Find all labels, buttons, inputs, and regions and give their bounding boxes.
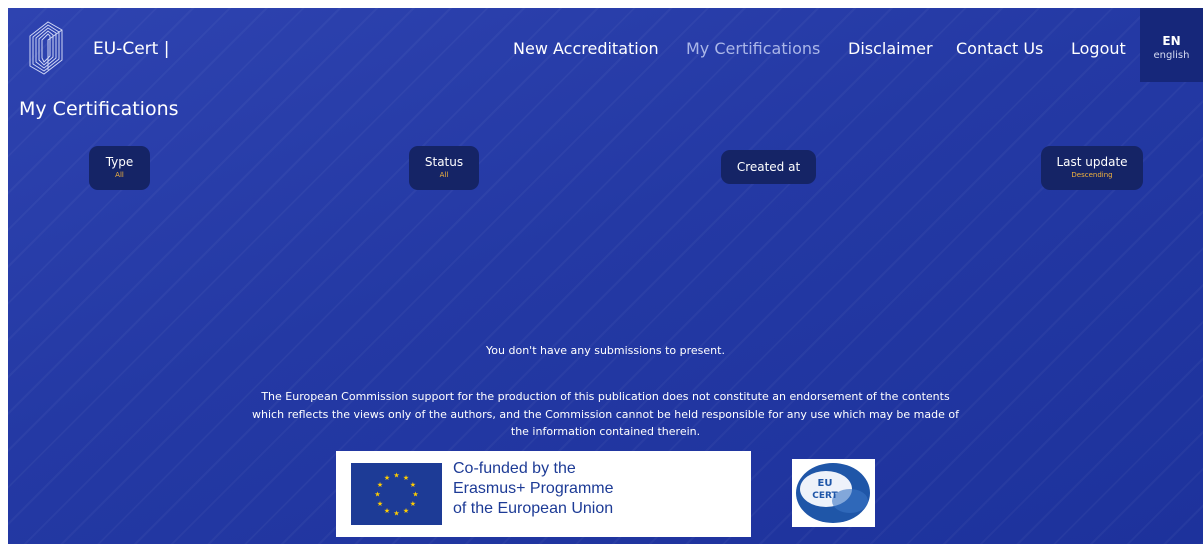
nav-contact-us[interactable]: Contact Us bbox=[956, 39, 1043, 58]
eu-star-icon: ★ bbox=[377, 481, 383, 489]
filter-status[interactable]: Status All bbox=[409, 146, 479, 190]
filter-type[interactable]: Type All bbox=[89, 146, 150, 190]
disclaimer-line: the information contained therein. bbox=[510, 425, 701, 438]
filter-type-value: All bbox=[115, 171, 124, 179]
erasmus-line: Co-funded by the bbox=[453, 460, 576, 477]
filter-status-label: Status bbox=[424, 155, 464, 169]
eucert-logo-text: CERT bbox=[812, 491, 838, 501]
eu-star-icon: ★ bbox=[410, 481, 416, 489]
nav-new-accreditation[interactable]: New Accreditation bbox=[513, 39, 659, 58]
eu-star-icon: ★ bbox=[410, 500, 416, 508]
language-name: english bbox=[1153, 50, 1190, 61]
eu-flag-icon: ★ ★★★★★★★★★★★ bbox=[351, 463, 442, 525]
nav-logout[interactable]: Logout bbox=[1071, 39, 1126, 58]
filter-last-update[interactable]: Last update Descending bbox=[1041, 146, 1143, 190]
filter-created-at[interactable]: Created at bbox=[721, 150, 816, 184]
eu-star-icon: ★ bbox=[393, 472, 399, 480]
eu-star-icon: ★ bbox=[377, 500, 383, 508]
eu-star-icon: ★ bbox=[384, 474, 390, 482]
eu-star-icon: ★ bbox=[384, 507, 390, 515]
eu-star-icon: ★ bbox=[393, 510, 399, 518]
page-title: My Certifications bbox=[19, 98, 179, 120]
footer-disclaimer: The European Commission support for the … bbox=[218, 388, 993, 441]
empty-state-message: You don't have any submissions to presen… bbox=[486, 344, 725, 357]
erasmus-line: of the European Union bbox=[453, 500, 614, 517]
brand-name[interactable]: EU-Cert | bbox=[93, 39, 169, 59]
eucert-logo-text: EU bbox=[818, 478, 833, 489]
eu-star-icon: ★ bbox=[374, 491, 380, 499]
nav-disclaimer[interactable]: Disclaimer bbox=[848, 39, 933, 58]
app-window: EU-Cert | New Accreditation My Certifica… bbox=[8, 8, 1203, 544]
language-code: EN bbox=[1162, 34, 1181, 48]
disclaimer-line: which reflects the views only of the aut… bbox=[252, 407, 959, 421]
filter-last-update-value: Descending bbox=[1071, 171, 1113, 179]
disclaimer-line: The European Commission support for the … bbox=[261, 390, 950, 403]
eu-cert-logo-icon[interactable] bbox=[24, 18, 66, 76]
filter-type-label: Type bbox=[105, 155, 134, 169]
erasmus-text: Co-funded by the Erasmus+ Programme of t… bbox=[453, 459, 614, 519]
eu-star-icon: ★ bbox=[412, 491, 418, 499]
eu-star-icon: ★ bbox=[403, 474, 409, 482]
nav-my-certifications[interactable]: My Certifications bbox=[686, 39, 820, 58]
filter-status-value: All bbox=[439, 171, 449, 179]
eu-cert-badge-logo: EU CERT bbox=[792, 459, 875, 527]
filter-last-update-label: Last update bbox=[1056, 155, 1128, 169]
eu-star-icon: ★ bbox=[403, 507, 409, 515]
language-selector[interactable]: EN english bbox=[1140, 8, 1203, 82]
erasmus-line: Erasmus+ Programme bbox=[453, 480, 614, 497]
erasmus-cofunded-logo: ★ ★ ★ ★ ★ ★ ★ ★ ★ ★ ★ ★ Co-funded by the Erasmus+ P… bbox=[336, 451, 751, 537]
filter-created-at-label: Created at bbox=[736, 160, 801, 174]
